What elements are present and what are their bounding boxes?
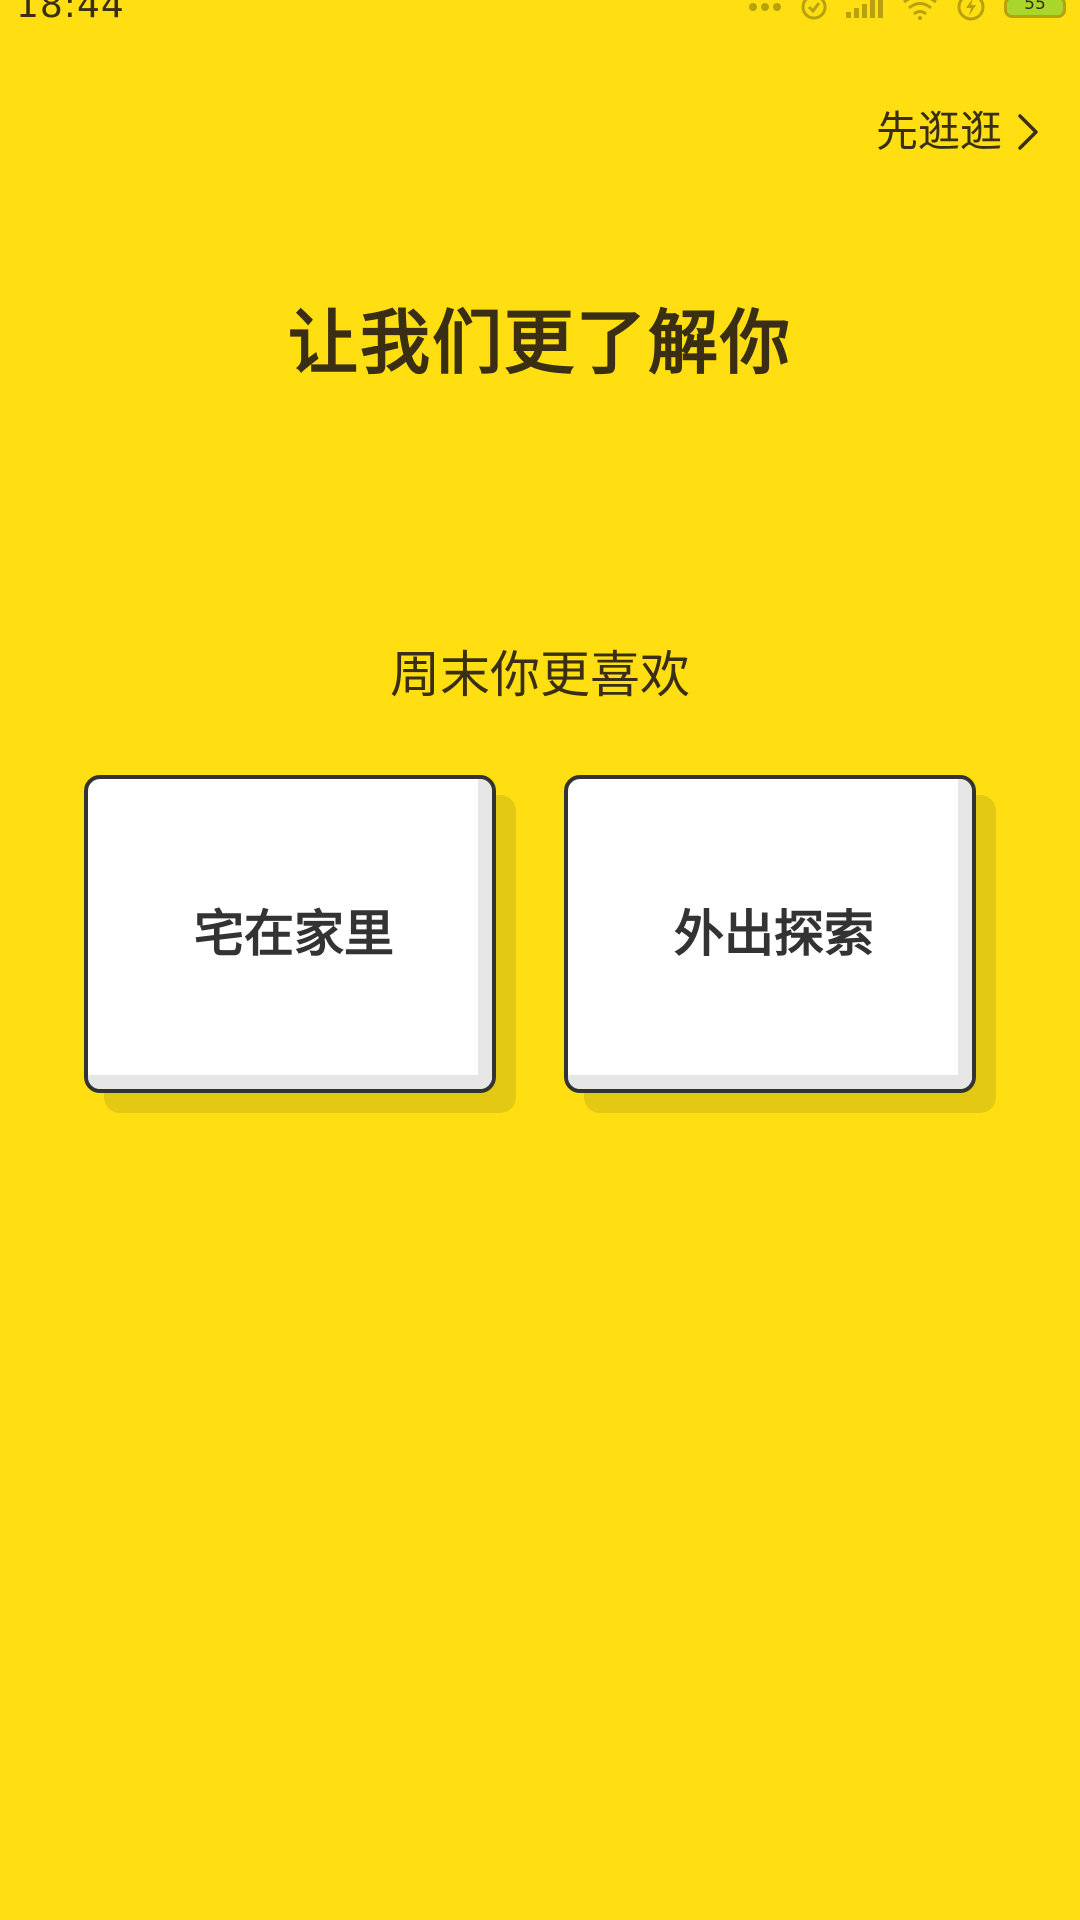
option-stay-home-button[interactable]: 宅在家里: [84, 775, 516, 1113]
status-time: 18:44: [16, 0, 125, 26]
status-icons: 55: [748, 0, 1066, 22]
skip-label: 先逛逛: [875, 107, 1002, 156]
wifi-icon: [902, 0, 938, 20]
option-go-explore-button[interactable]: 外出探索: [564, 775, 996, 1113]
question-text: 周末你更喜欢: [390, 646, 690, 704]
skip-button[interactable]: 先逛逛: [876, 104, 1040, 160]
page-title: 让我们更了解你: [288, 302, 792, 384]
alarm-icon: [800, 0, 828, 21]
onboarding-screen: 18:44 55 先逛逛 让我们更了解你 周末你更喜欢 宅在家里 外出探索: [0, 0, 1080, 1920]
option-label: 外出探索: [674, 905, 874, 963]
battery-level: 55: [1024, 0, 1046, 14]
charging-icon: [956, 0, 986, 22]
option-label: 宅在家里: [194, 905, 394, 963]
signal-icon: [846, 0, 884, 18]
battery-icon: 55: [1004, 0, 1066, 18]
more-dots-icon: [748, 2, 782, 12]
option-card[interactable]: 外出探索: [564, 775, 976, 1093]
status-bar: 18:44 55: [0, 0, 1080, 40]
option-card[interactable]: 宅在家里: [84, 775, 496, 1093]
chevron-right-icon: [1016, 112, 1040, 152]
